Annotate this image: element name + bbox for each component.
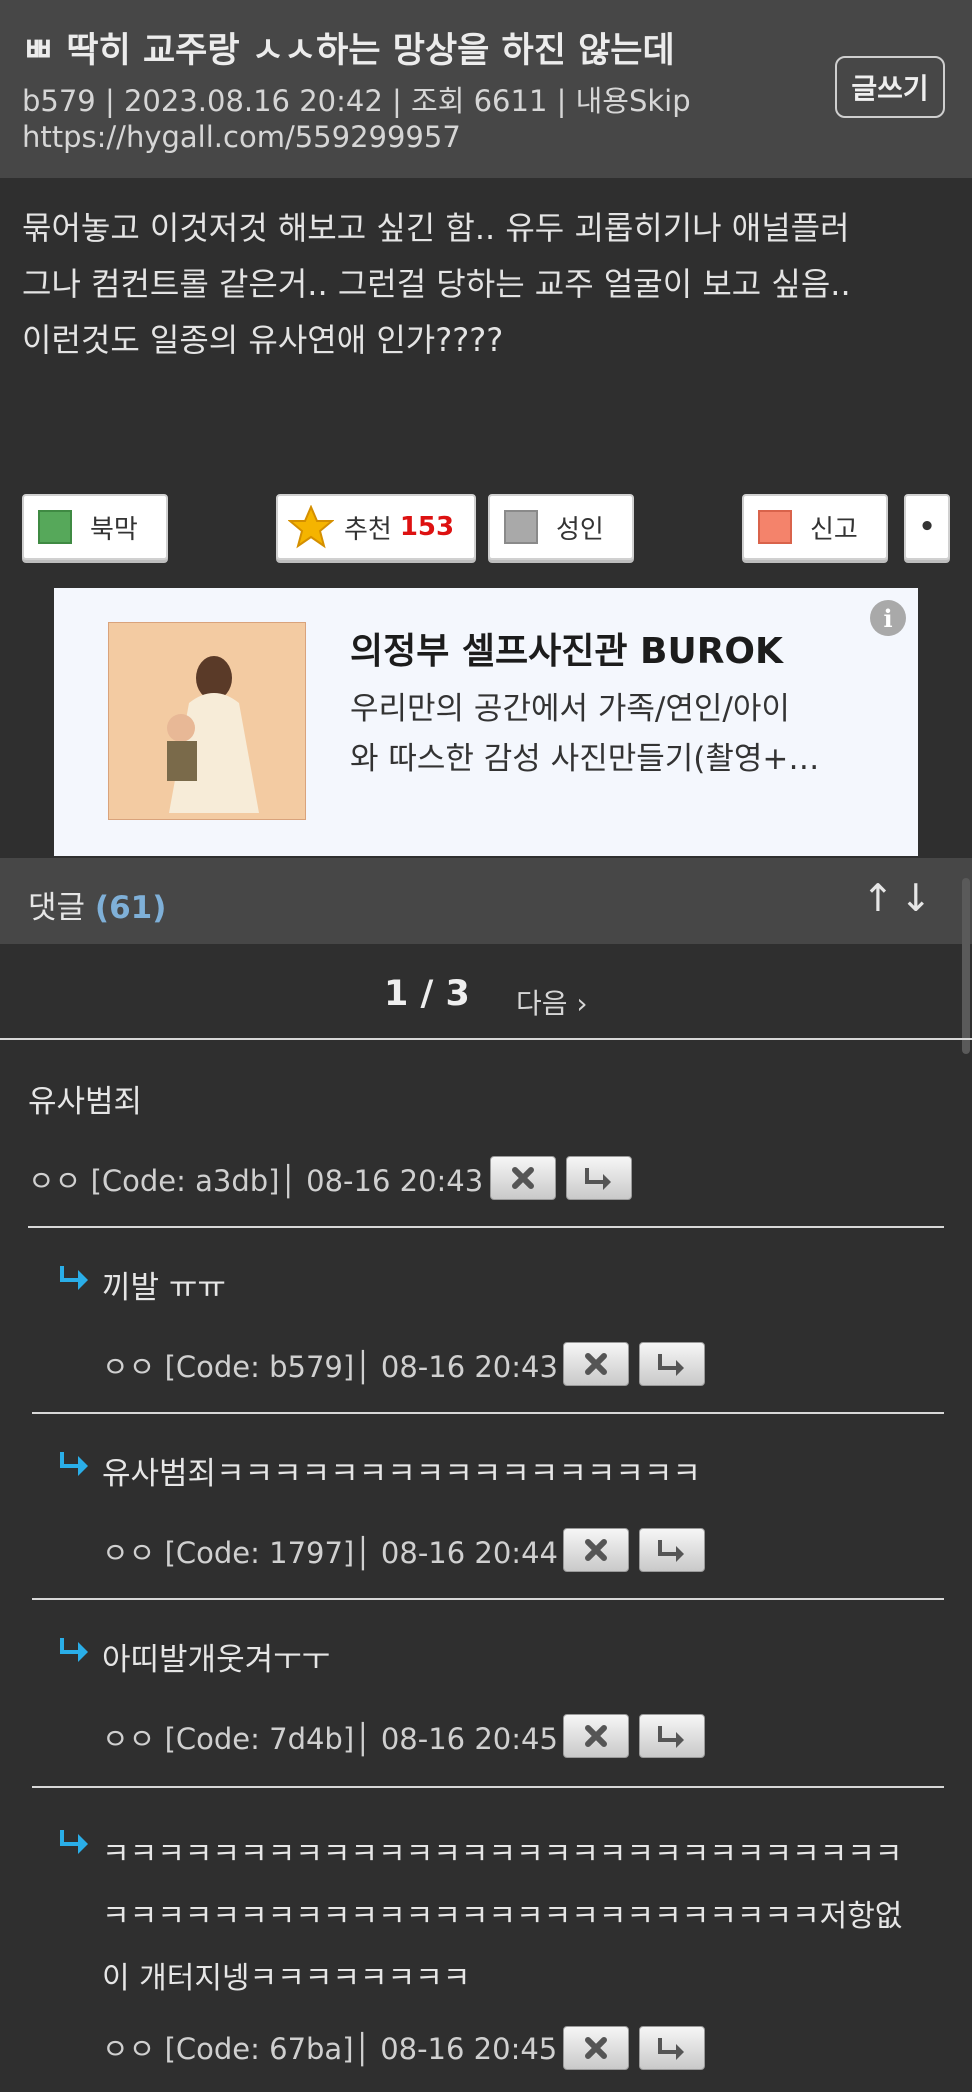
- delete-x-icon: [585, 1539, 607, 1561]
- reply-arrow-icon: [658, 2038, 684, 2060]
- comment-text: ㅋㅋㅋㅋㅋㅋㅋㅋㅋㅋㅋㅋㅋㅋㅋㅋㅋㅋㅋㅋㅋㅋㅋㅋㅋㅋㅋㅋㅋ ㅋㅋㅋㅋㅋㅋㅋㅋㅋㅋ…: [102, 1824, 902, 2010]
- recommend-label: 추천: [344, 514, 392, 545]
- post-url[interactable]: https://hygall.com/559299957: [22, 120, 461, 154]
- reply-button[interactable]: [639, 1342, 705, 1386]
- reply-arrow-icon: [658, 1354, 684, 1376]
- pagination: 1 / 3 다음 ›: [0, 944, 972, 1040]
- report-button[interactable]: 신고: [742, 494, 888, 560]
- bookmark-button[interactable]: 북막: [22, 494, 168, 560]
- delete-x-icon: [512, 1167, 534, 1189]
- comments-count: (61): [94, 890, 167, 926]
- comment-text-line: ㅋㅋㅋㅋㅋㅋㅋㅋㅋㅋㅋㅋㅋㅋㅋㅋㅋㅋㅋㅋㅋㅋㅋㅋㅋㅋ저항없: [102, 1899, 903, 1934]
- delete-x-icon: [585, 2037, 607, 2059]
- comment-text-line: 이 개터지넹ㅋㅋㅋㅋㅋㅋㅋㅋ: [102, 1961, 471, 1996]
- divider: [32, 1786, 944, 1788]
- post-header: ㅃ 딱히 교주랑 ㅅㅅ하는 망상을 하진 않는데 b579 | 2023.08.…: [0, 0, 972, 178]
- star-icon: [288, 505, 334, 549]
- ad-desc-line: 우리만의 공간에서 가족/연인/아이: [350, 691, 790, 727]
- divider: [32, 1412, 944, 1414]
- delete-x-icon: [585, 1725, 607, 1747]
- delete-button[interactable]: [490, 1156, 556, 1200]
- comment-meta: ㅇㅇ [Code: 7d4b]│ 08-16 20:45: [102, 1722, 558, 1756]
- reply-indicator-icon: [60, 1266, 88, 1290]
- recommend-button[interactable]: 추천 153: [276, 494, 476, 560]
- reply-button[interactable]: [639, 1714, 705, 1758]
- post-body: 묶어놓고 이것저것 해보고 싶긴 함.. 유두 괴롭히기나 애널플러 그나 컴컨…: [22, 200, 952, 368]
- post-body-line: 그나 컴컨트롤 같은거.. 그런걸 당하는 교주 얼굴이 보고 싶음..: [22, 265, 851, 303]
- reply-button[interactable]: [639, 1528, 705, 1572]
- comments-title: 댓글: [28, 890, 86, 926]
- ad-photo-illustration: [109, 623, 305, 819]
- reply-button[interactable]: [639, 2026, 705, 2070]
- comment-text: 유사범죄ㅋㅋㅋㅋㅋㅋㅋㅋㅋㅋㅋㅋㅋㅋㅋㅋㅋ: [102, 1456, 701, 1492]
- report-label: 신고: [810, 514, 858, 545]
- delete-button[interactable]: [563, 2026, 629, 2070]
- post-title: ㅃ 딱히 교주랑 ㅅㅅ하는 망상을 하진 않는데: [22, 31, 675, 71]
- delete-button[interactable]: [563, 1528, 629, 1572]
- reply-indicator-icon: [60, 1830, 88, 1854]
- reply-indicator-icon: [60, 1452, 88, 1476]
- comments-label: 댓글 (61): [28, 882, 166, 927]
- report-icon: [758, 510, 792, 544]
- more-button[interactable]: •: [904, 494, 950, 560]
- ad-image: [108, 622, 306, 820]
- delete-x-icon: [585, 1353, 607, 1375]
- adult-button[interactable]: 성인: [488, 494, 634, 560]
- comments-header: 댓글 (61) ↑↓: [0, 858, 972, 944]
- reply-arrow-icon: [658, 1726, 684, 1748]
- bookmark-label: 북막: [90, 514, 138, 545]
- adult-label: 성인: [556, 514, 604, 545]
- reply-arrow-icon: [658, 1540, 684, 1562]
- divider: [28, 1226, 944, 1228]
- next-page-link[interactable]: 다음 ›: [516, 982, 588, 1022]
- info-icon[interactable]: i: [870, 600, 906, 636]
- ad-desc-line: 와 따스한 감성 사진만들기(촬영+…: [350, 741, 820, 777]
- reply-indicator-icon: [60, 1638, 88, 1662]
- comment-text-line: ㅋㅋㅋㅋㅋㅋㅋㅋㅋㅋㅋㅋㅋㅋㅋㅋㅋㅋㅋㅋㅋㅋㅋㅋㅋㅋㅋㅋㅋ: [102, 1837, 903, 1872]
- post-body-line: 이런것도 일종의 유사연애 인가????: [22, 321, 504, 359]
- reply-button[interactable]: [566, 1156, 632, 1200]
- write-button[interactable]: 글쓰기: [835, 56, 945, 118]
- divider: [32, 1598, 944, 1600]
- page-number: 1 / 3: [384, 974, 470, 1014]
- comment-text: 끼발 ㅠㅠ: [102, 1270, 226, 1306]
- post-meta: b579 | 2023.08.16 20:42 | 조회 6611 | 내용Sk…: [22, 84, 691, 118]
- delete-button[interactable]: [563, 1714, 629, 1758]
- comment-meta: ㅇㅇ [Code: 1797]│ 08-16 20:44: [102, 1536, 558, 1570]
- comment-text: 유사범죄: [28, 1084, 143, 1120]
- comment-meta: ㅇㅇ [Code: a3db]│ 08-16 20:43: [28, 1164, 484, 1198]
- comment-text: 아띠발개웃겨ㅜㅜ: [102, 1642, 331, 1678]
- delete-button[interactable]: [563, 1342, 629, 1386]
- recommend-count: 153: [399, 512, 455, 542]
- more-dot-icon: •: [918, 512, 936, 542]
- reply-arrow-icon: [585, 1168, 611, 1190]
- sort-arrows-icon[interactable]: ↑↓: [862, 876, 938, 920]
- divider: [0, 1038, 972, 1040]
- post-body-line: 묶어놓고 이것저것 해보고 싶긴 함.. 유두 괴롭히기나 애널플러: [22, 209, 850, 247]
- ad-description: 우리만의 공간에서 가족/연인/아이 와 따스한 감성 사진만들기(촬영+…: [350, 684, 870, 784]
- ad-banner[interactable]: 의정부 셀프사진관 BUROK 우리만의 공간에서 가족/연인/아이 와 따스한…: [54, 588, 918, 856]
- adult-icon: [504, 510, 538, 544]
- comment-meta: ㅇㅇ [Code: b579]│ 08-16 20:43: [102, 1350, 558, 1384]
- ad-title: 의정부 셀프사진관 BUROK: [350, 631, 783, 672]
- bookmark-icon: [38, 510, 72, 544]
- comment-meta: ㅇㅇ [Code: 67ba]│ 08-16 20:45: [102, 2032, 558, 2066]
